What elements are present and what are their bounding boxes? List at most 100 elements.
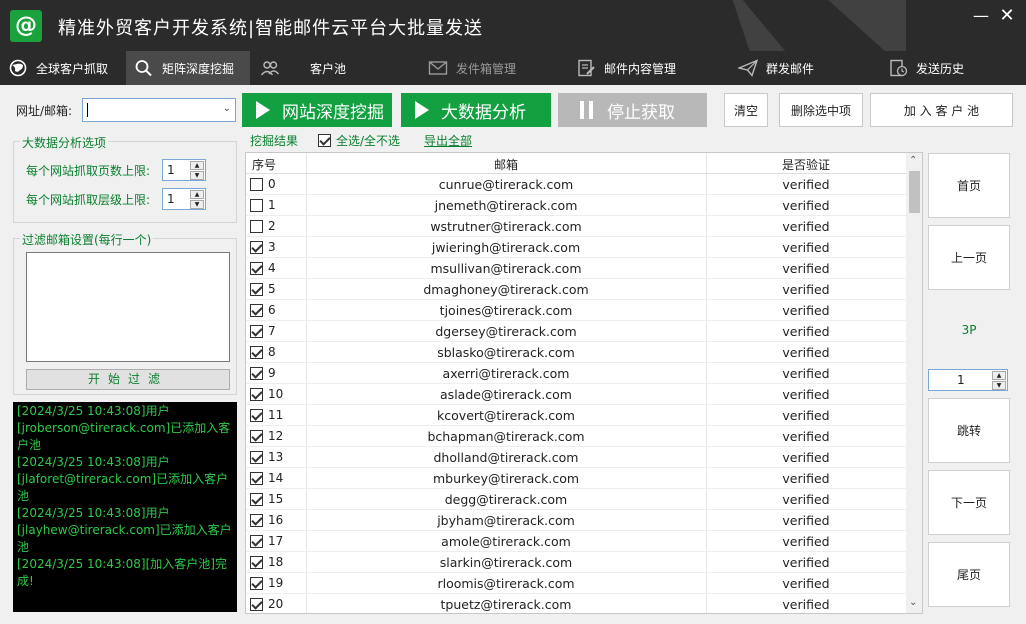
row-checkbox[interactable]	[250, 577, 263, 590]
edit-doc-icon	[576, 59, 598, 77]
tab-global-capture[interactable]: 全球客户抓取	[0, 51, 124, 85]
row-number: 5	[268, 282, 276, 296]
table-row[interactable]: 0 cunrue@tirerack.com verified	[246, 174, 906, 195]
table-row[interactable]: 8 sblasko@tirerack.com verified	[246, 342, 906, 363]
column-header-no[interactable]: 序号	[252, 156, 276, 173]
close-button[interactable]: ✕	[996, 7, 1018, 26]
stepper-down-icon[interactable]: ▼	[992, 381, 1006, 390]
table-row[interactable]: 12 bchapman@tirerack.com verified	[246, 426, 906, 447]
row-number: 15	[268, 492, 284, 506]
export-all-link[interactable]: 导出全部	[424, 132, 472, 149]
chevron-down-icon[interactable]: ⌄	[223, 103, 231, 114]
table-row[interactable]: 9 axerri@tirerack.com verified	[246, 363, 906, 384]
row-number: 13	[268, 450, 284, 464]
table-row[interactable]: 2 wstrutner@tirerack.com verified	[246, 216, 906, 237]
checkbox-icon[interactable]	[318, 134, 331, 147]
stop-button[interactable]: 停止获取	[558, 93, 707, 127]
stepper-up-icon[interactable]: ▲	[190, 190, 204, 199]
row-checkbox[interactable]	[250, 556, 263, 569]
table-row[interactable]: 3 jwieringh@tirerack.com verified	[246, 237, 906, 258]
tab-content-management[interactable]: 邮件内容管理	[568, 51, 698, 85]
column-header-email[interactable]: 邮箱	[306, 156, 706, 173]
table-row[interactable]: 4 msullivan@tirerack.com verified	[246, 258, 906, 279]
table-row[interactable]: 13 dholland@tirerack.com verified	[246, 447, 906, 468]
table-row[interactable]: 16 jbyham@tirerack.com verified	[246, 510, 906, 531]
table-row[interactable]: 18 slarkin@tirerack.com verified	[246, 552, 906, 573]
row-checkbox[interactable]	[250, 325, 263, 338]
page-number-stepper[interactable]: 1 ▲ ▼	[928, 369, 1008, 391]
vertical-scrollbar[interactable]: ⌃ ⌄	[906, 153, 922, 613]
pages-limit-value[interactable]: 1	[167, 163, 175, 177]
delete-selected-button[interactable]: 删除选中项	[779, 93, 863, 127]
start-filter-button[interactable]: 开始过滤	[26, 369, 230, 390]
row-checkbox[interactable]	[250, 535, 263, 548]
row-checkbox[interactable]	[250, 199, 263, 212]
tab-send-history[interactable]: 发送历史	[880, 51, 1002, 85]
column-header-verified[interactable]: 是否验证	[706, 156, 906, 173]
pages-limit-stepper[interactable]: 1 ▲ ▼	[162, 159, 206, 181]
filter-email-textarea[interactable]	[26, 252, 230, 362]
page-number-value[interactable]: 1	[957, 373, 965, 387]
table-row[interactable]: 10 aslade@tirerack.com verified	[246, 384, 906, 405]
prev-page-button[interactable]: 上一页	[928, 225, 1010, 290]
stepper-up-icon[interactable]: ▲	[992, 371, 1006, 380]
row-checkbox[interactable]	[250, 451, 263, 464]
big-data-button[interactable]: 大数据分析	[401, 93, 551, 127]
row-email: slarkin@tirerack.com	[439, 555, 573, 570]
tab-label: 发送历史	[916, 61, 965, 76]
row-checkbox[interactable]	[250, 430, 263, 443]
last-page-button[interactable]: 尾页	[928, 542, 1010, 607]
tab-customer-pool[interactable]: 客户池	[252, 51, 362, 85]
depth-limit-stepper[interactable]: 1 ▲ ▼	[162, 188, 206, 210]
row-checkbox[interactable]	[250, 493, 263, 506]
row-checkbox[interactable]	[250, 178, 263, 191]
row-number: 8	[268, 345, 276, 359]
next-page-button[interactable]: 下一页	[928, 470, 1010, 535]
table-row[interactable]: 14 mburkey@tirerack.com verified	[246, 468, 906, 489]
pause-icon	[580, 101, 593, 119]
row-checkbox[interactable]	[250, 472, 263, 485]
row-checkbox[interactable]	[250, 262, 263, 275]
table-row[interactable]: 1 jnemeth@tirerack.com verified	[246, 195, 906, 216]
table-row[interactable]: 17 amole@tirerack.com verified	[246, 531, 906, 552]
table-row[interactable]: 7 dgersey@tirerack.com verified	[246, 321, 906, 342]
row-checkbox[interactable]	[250, 388, 263, 401]
tab-bulk-mail[interactable]: 群发邮件	[730, 51, 840, 85]
deep-mine-button[interactable]: 网站深度挖掘	[242, 93, 392, 127]
stepper-up-icon[interactable]: ▲	[190, 161, 204, 170]
row-checkbox[interactable]	[250, 283, 263, 296]
stepper-down-icon[interactable]: ▼	[190, 200, 204, 209]
clear-button[interactable]: 清空	[724, 93, 768, 127]
table-row[interactable]: 6 tjoines@tirerack.com verified	[246, 300, 906, 321]
results-table: 序号 邮箱 是否验证 0 cunrue@tirerack.com verified 1…	[245, 152, 923, 614]
first-page-button[interactable]: 首页	[928, 153, 1010, 218]
tab-outbox-management[interactable]: 发件箱管理	[420, 51, 530, 85]
scroll-up-icon[interactable]: ⌃	[909, 155, 917, 166]
table-row[interactable]: 19 rloomis@tirerack.com verified	[246, 573, 906, 594]
app-logo: @	[10, 10, 42, 42]
row-checkbox[interactable]	[250, 346, 263, 359]
select-all-checkbox[interactable]: 全选/全不选	[318, 132, 400, 149]
row-checkbox[interactable]	[250, 367, 263, 380]
add-to-pool-button[interactable]: 加 入 客 户 池	[870, 93, 1013, 127]
table-row[interactable]: 20 tpuetz@tirerack.com verified	[246, 594, 906, 613]
scrollbar-thumb[interactable]	[909, 171, 920, 213]
url-email-combobox[interactable]: ⌄	[82, 98, 236, 122]
row-checkbox[interactable]	[250, 304, 263, 317]
table-row[interactable]: 11 kcovert@tirerack.com verified	[246, 405, 906, 426]
jump-button[interactable]: 跳转	[928, 398, 1010, 463]
table-row[interactable]: 5 dmaghoney@tirerack.com verified	[246, 279, 906, 300]
stepper-down-icon[interactable]: ▼	[190, 171, 204, 180]
minimize-button[interactable]: —	[970, 8, 992, 26]
tab-label: 邮件内容管理	[604, 61, 677, 76]
depth-limit-value[interactable]: 1	[167, 192, 175, 206]
row-checkbox[interactable]	[250, 514, 263, 527]
row-checkbox[interactable]	[250, 598, 263, 611]
row-checkbox[interactable]	[250, 220, 263, 233]
url-email-input[interactable]	[83, 99, 213, 121]
row-checkbox[interactable]	[250, 409, 263, 422]
table-row[interactable]: 15 degg@tirerack.com verified	[246, 489, 906, 510]
tab-matrix-mining[interactable]: 矩阵深度挖掘	[126, 51, 250, 85]
scroll-down-icon[interactable]: ⌄	[909, 597, 917, 608]
row-checkbox[interactable]	[250, 241, 263, 254]
